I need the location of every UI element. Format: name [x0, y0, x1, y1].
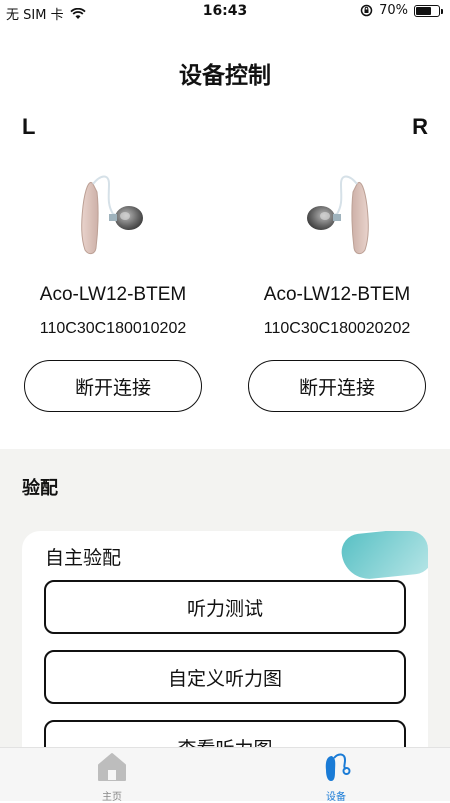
tab-bar: 主页 设备: [0, 747, 450, 803]
tab-device[interactable]: 设备: [286, 752, 386, 803]
tab-home[interactable]: 主页: [62, 752, 162, 803]
left-side-label: L: [22, 114, 36, 139]
fitting-section-title: 验配: [22, 478, 58, 499]
left-device-serial: 110C30C180010202: [39, 320, 187, 337]
self-fitting-card-title: 自主验配: [45, 547, 122, 569]
battery-fill: [416, 6, 431, 15]
orientation-lock-icon: [360, 4, 373, 17]
right-device-panel: Aco-LW12-BTEM 110C30C180020202 断开连接: [247, 170, 427, 412]
tab-home-label: 主页: [102, 792, 122, 803]
left-disconnect-button[interactable]: 断开连接: [24, 360, 202, 412]
status-bar: 无 SIM 卡 16:43 70%: [0, 0, 450, 24]
hearing-aid-image-right: [247, 170, 427, 258]
device-ear-icon: [325, 753, 351, 781]
tab-device-label: 设备: [326, 792, 346, 803]
right-disconnect-button[interactable]: 断开连接: [248, 360, 426, 412]
battery-icon: [414, 4, 443, 17]
custom-audiogram-button[interactable]: 自定义听力图: [44, 650, 406, 704]
right-side-label: R: [412, 114, 428, 139]
page-title: 设备控制: [179, 63, 271, 89]
hearing-aid-image-left: [23, 170, 203, 258]
right-device-serial: 110C30C180020202: [263, 320, 411, 337]
status-right: 70%: [360, 3, 443, 18]
right-device-model: Aco-LW12-BTEM: [263, 284, 411, 305]
battery-percentage: 70%: [379, 3, 408, 18]
hearing-test-button[interactable]: 听力测试: [44, 580, 406, 634]
self-fitting-card: 自主验配 听力测试 自定义听力图 查看听力图: [22, 531, 428, 771]
decorative-blob: [339, 531, 428, 582]
left-device-model: Aco-LW12-BTEM: [39, 284, 187, 305]
left-device-panel: Aco-LW12-BTEM 110C30C180010202 断开连接: [23, 170, 203, 412]
home-icon: [98, 753, 126, 781]
